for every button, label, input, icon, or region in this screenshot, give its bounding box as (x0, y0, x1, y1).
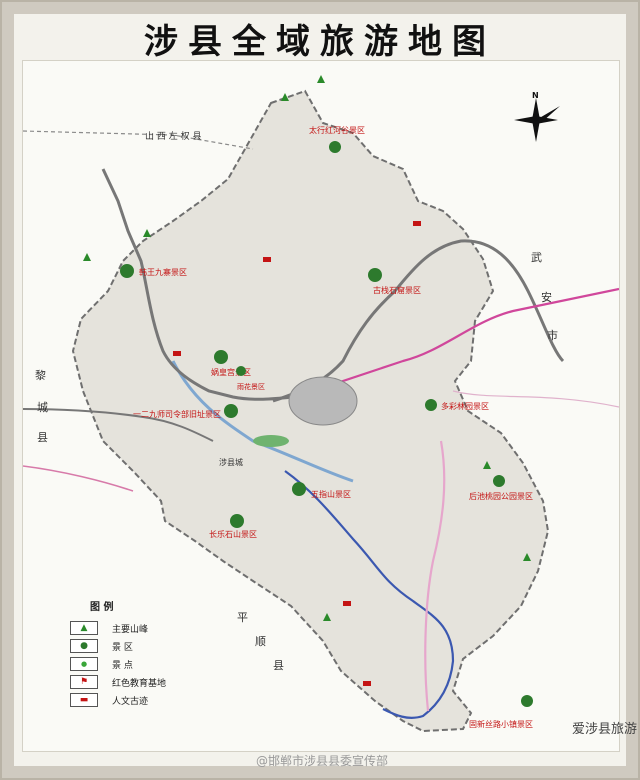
neighbor-label: 县 (273, 659, 284, 672)
legend-label: 红色教育基地 (112, 678, 167, 689)
scenic-area-label: 雨花景区 (237, 382, 265, 391)
legend-row: ▬ 人文古迹 (70, 691, 220, 709)
legend-label: 人文古迹 (112, 696, 149, 707)
neighbor-label: 武 (531, 251, 542, 264)
neighbor-label: 县 (37, 431, 48, 444)
legend-row: ⚑ 红色教育基地 (70, 673, 220, 691)
legend-label: 景 点 (112, 660, 133, 671)
heritage-icon: ▬ (70, 693, 98, 707)
legend-row: ● 景 区 (70, 637, 220, 655)
account-watermark: 爱涉县旅游 (572, 722, 638, 737)
legend-row: ▲ 主要山峰 (70, 619, 220, 637)
scenic-area-label: 古栈石窟景区 (373, 285, 421, 295)
legend-row: ● 景 点 (70, 655, 220, 673)
neighbor-label: 城 (37, 401, 48, 414)
neighbor-label: 顺 (255, 635, 266, 648)
scenic-area-label: 固新丝路小镇景区 (469, 719, 533, 729)
scenic-area-label: 一二九师司令部旧址景区 (133, 409, 221, 419)
legend: 图 例 ▲ 主要山峰 ● 景 区 ● 景 点 ⚑ 红色教育基地 ▬ 人文古迹 (70, 598, 220, 709)
scenic-area-label: 五指山景区 (311, 489, 351, 499)
county-seat-area (288, 376, 358, 426)
scenic-area-label: 后池桃园公园景区 (469, 491, 533, 501)
compass-rose: N (508, 91, 564, 148)
attraction-dot-icon: ● (70, 657, 98, 671)
legend-label: 景 区 (112, 642, 133, 653)
neighbor-label: 平 (237, 611, 248, 624)
county-seat-label: 涉县城 (219, 457, 243, 467)
compass-north-label: N (532, 92, 539, 100)
map-title: 涉县全域旅游地图 (144, 22, 496, 62)
red-flag-icon: ⚑ (70, 675, 98, 689)
neighbor-label: 黎 (35, 368, 46, 382)
legend-label: 主要山峰 (112, 624, 149, 635)
scenic-area-icon: ● (70, 639, 98, 653)
weibo-watermark: @邯郸市涉县县委宣传部 (256, 754, 389, 768)
scenic-area-label: 韩王九寨景区 (139, 267, 187, 277)
scenic-area-label: 多彩林园景区 (441, 401, 489, 411)
reservoir (253, 435, 289, 447)
scenic-area-label: 长乐石山景区 (209, 529, 257, 539)
neighbor-label: 市 (547, 328, 558, 342)
legend-heading: 图 例 (90, 602, 114, 613)
neighbor-label: 山 西 左 权 县 (145, 130, 201, 142)
mountain-icon: ▲ (70, 621, 98, 635)
neighbor-label: 安 (541, 290, 552, 304)
scenic-area-label: 太行红河谷景区 (309, 125, 365, 135)
